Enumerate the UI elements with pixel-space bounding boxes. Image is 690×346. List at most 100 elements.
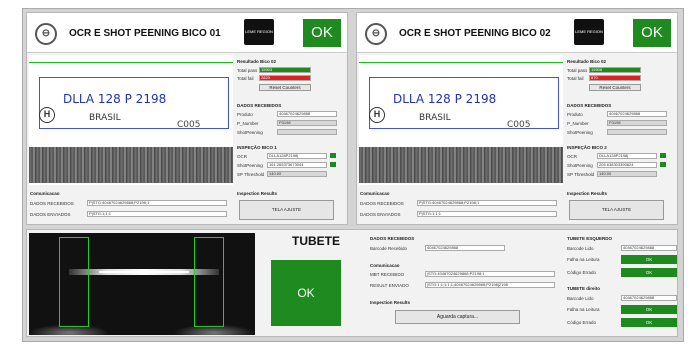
panel-title: OCR E SHOT PEENING BICO 02 <box>399 28 551 39</box>
mbt-recebido-field: |STG:40467024629868;P2198;1 <box>425 271 555 277</box>
esq-title: TUBETE ESQUERDO <box>567 236 613 241</box>
total-fail-value: 2823 <box>259 75 311 81</box>
barcode-recebido-field: 40467024629868 <box>425 245 505 251</box>
comm-recv-field: P|STG:40467024629868;P2198;1 <box>87 200 227 206</box>
result-enviado-label: RESULT ENVIADO <box>370 283 409 288</box>
ocr-label: OCR <box>237 154 247 159</box>
ocr-status-indicator <box>660 153 666 158</box>
dir-codigo-indicator: OK <box>621 318 677 327</box>
plate-text: DLLA 128 P 2198 <box>393 92 497 106</box>
tela-ajuste-button[interactable]: TELA AJUSTE <box>569 200 664 220</box>
brand-emblem-icon: H <box>369 107 385 123</box>
plate-country: BRASIL <box>419 113 451 123</box>
insp-results-title: Inspection Results <box>237 191 278 196</box>
pn-field: P3198 <box>277 120 337 126</box>
result-enviado-field: |STG:1;1;1;1;1;40467024629868;P2198|2198 <box>425 282 555 288</box>
company-logo-icon: ⊖ <box>35 23 57 45</box>
shot-label: ShotPeening <box>567 130 593 135</box>
comm-sent-label: DADOS ENVIADOS <box>30 212 71 217</box>
ocr-camera-view: H DLLA 128 P 2198 BRASIL C005 <box>29 55 233 185</box>
aguarda-captura-button[interactable]: Aguarda captura... <box>395 310 520 324</box>
status-ok-indicator: OK <box>633 19 671 47</box>
dir-falha-label: Falha na Leitura <box>567 307 600 312</box>
shotpeening-label: ShotPeening <box>237 163 263 168</box>
threshold-field[interactable]: 140.00 <box>267 171 327 177</box>
total-fail-label: Total fail <box>237 76 254 81</box>
panel-bico-02: ⊖ OCR E SHOT PEENING BICO 02 LEME REGION… <box>356 12 678 225</box>
results-title: Resultado Bico 02 <box>567 59 607 64</box>
panel-tubete: TUBETE OK DADOS RECEBIDOS Barcode Recebi… <box>26 229 678 337</box>
plate-country: BRASIL <box>89 113 121 123</box>
ocr-field: DLLA128P2198| <box>267 153 327 159</box>
comm-title: Comunicacao <box>360 191 390 196</box>
produto-field: 40467024629868 <box>277 111 337 117</box>
plate-text: DLLA 128 P 2198 <box>63 92 167 106</box>
total-fail-label: Total fail <box>567 76 584 81</box>
ocr-status-indicator <box>330 153 336 158</box>
tubete-title: TUBETE <box>292 234 340 248</box>
insp-results-title: Inspection Results <box>567 191 608 196</box>
panel-header: ⊖ OCR E SHOT PEENING BICO 01 LEME REGION… <box>27 13 347 53</box>
plate-code: C005 <box>177 120 201 130</box>
produto-label: Produto <box>567 112 583 117</box>
pn-field: P3198 <box>607 120 667 126</box>
main-window: ⊖ OCR E SHOT PEENING BICO 01 LEME REGION… <box>22 8 684 342</box>
shot-field <box>607 129 667 135</box>
plate-code: C005 <box>507 120 531 130</box>
esq-barcode-field: 40467024629868 <box>621 245 677 251</box>
esq-falha-label: Falha na Leitura <box>567 257 600 262</box>
dir-barcode-label: Barcode Lido <box>567 296 594 301</box>
mbt-recebido-label: MBT RECEBIDO <box>370 272 405 277</box>
inspecao-title: INSPEÇÃO BICO 2 <box>567 145 607 150</box>
reset-counters-button[interactable]: Reset Counters <box>589 84 641 91</box>
brand-logo: LEME REGION <box>574 19 604 45</box>
shot-peening-surface <box>359 147 563 183</box>
brand-emblem-icon: H <box>39 107 55 123</box>
shotpeening-status-indicator <box>660 162 666 167</box>
total-pass-label: Total pass <box>237 68 258 73</box>
dados-title: DADOS RECEBIDOS <box>567 103 612 108</box>
ocr-camera-view: H DLLA 128 P 2198 BRASIL C005 <box>359 55 563 185</box>
pn-label: P_Number <box>567 121 589 126</box>
tela-ajuste-button[interactable]: TELA AJUSTE <box>239 200 334 220</box>
shot-label: ShotPeening <box>237 130 263 135</box>
status-ok-indicator: OK <box>303 19 341 47</box>
threshold-label: SP Threshold <box>567 172 595 177</box>
shotpeening-status-indicator <box>330 162 336 167</box>
comm-title: Comunicacao <box>30 191 60 196</box>
shotpeening-field: 205.638303390824 <box>597 162 657 168</box>
tubete-insp-title: Inspection Results <box>370 300 411 305</box>
shotpeening-label: ShotPeening <box>567 163 593 168</box>
shot-field <box>277 129 337 135</box>
dir-falha-indicator: OK <box>621 305 677 314</box>
tubete-comm-title: Comunicacao <box>370 263 400 268</box>
esq-codigo-indicator: OK <box>621 268 677 277</box>
panel-header: ⊖ OCR E SHOT PEENING BICO 02 LEME REGION… <box>357 13 677 53</box>
dir-codigo-label: Código Errado <box>567 320 597 325</box>
total-pass-value: 15903 <box>259 67 311 73</box>
comm-recv-label: DADOS RECEBIDOS <box>360 201 404 206</box>
ocr-field: DLLA128P2198| <box>597 153 657 159</box>
ocr-label: OCR <box>567 154 577 159</box>
tubete-ok-indicator: OK <box>271 260 341 326</box>
inspecao-title: INSPEÇÃO BICO 1 <box>237 145 277 150</box>
comm-sent-label: DADOS ENVIADOS <box>360 212 401 217</box>
shot-peening-surface <box>29 147 233 183</box>
barcode-recebido-label: Barcode Recebido <box>370 246 408 251</box>
total-fail-value: 870 <box>589 75 641 81</box>
tubete-camera-view <box>29 233 255 335</box>
total-pass-label: Total pass <box>567 68 588 73</box>
threshold-field[interactable]: 140.00 <box>597 171 657 177</box>
total-pass-value: 15908 <box>589 67 641 73</box>
comm-sent-field: P|STG:1;1;1 <box>87 211 227 217</box>
panel-title: OCR E SHOT PEENING BICO 01 <box>69 28 221 39</box>
shotpeening-field: 161.265373673044 <box>267 162 327 168</box>
dir-barcode-field: 40467024629868 <box>621 295 677 301</box>
pn-label: P_Number <box>237 121 259 126</box>
esq-codigo-label: Código Errado <box>567 270 597 275</box>
results-title: Resultado Bico 02 <box>237 59 277 64</box>
produto-field: 40467024629868 <box>607 111 667 117</box>
tubete-dados-title: DADOS RECEBIDOS <box>370 236 415 241</box>
reset-counters-button[interactable]: Reset Counters <box>259 84 311 91</box>
dir-title: TUBETE direito <box>567 286 601 291</box>
